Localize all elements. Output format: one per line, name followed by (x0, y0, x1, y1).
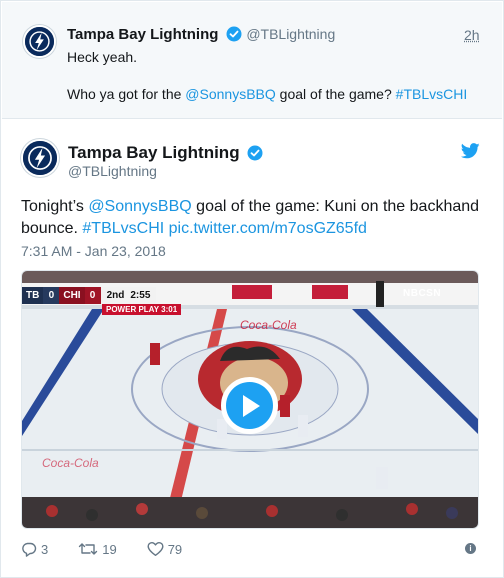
reply-icon (22, 542, 37, 557)
info-icon[interactable]: i (465, 543, 476, 554)
network-logo: NBCSN (403, 288, 442, 299)
reply-button[interactable]: 3 (21, 541, 48, 557)
retweet-button[interactable]: 19 (78, 541, 117, 557)
video-player[interactable]: Coca-Cola Coca-Cola TB 0 CHI 0 2nd 2:55 … (21, 270, 479, 529)
clock: 2:55 (130, 290, 151, 301)
score-tb: 0 (43, 287, 60, 304)
author-handle[interactable]: @TBLightning (68, 163, 157, 179)
tweet-text-line: Who ya got for the @SonnysBBQ goal of th… (67, 86, 467, 102)
lightning-logo-icon (25, 27, 54, 56)
tweet-time[interactable]: 2h (464, 27, 480, 43)
like-count: 79 (167, 541, 183, 557)
play-button-circle (226, 382, 273, 429)
avatar[interactable] (21, 139, 59, 177)
team-tb: TB (22, 287, 44, 304)
score-chi: 0 (84, 287, 101, 304)
hashtag-link[interactable]: #TBLvsCHI (396, 86, 468, 102)
tweet-embed: Tampa Bay Lightning @TBLightning 2h Heck… (0, 0, 504, 578)
text-fragment: Who ya got for the (67, 86, 186, 102)
game-clock: 2nd 2:55 (100, 287, 157, 304)
retweet-icon (79, 543, 98, 555)
text-fragment: goal of the game? (275, 86, 396, 102)
media-link[interactable]: pic.twitter.com/m7osGZ65fd (164, 220, 367, 237)
tweet-text-line: Heck yeah. (67, 49, 138, 65)
hashtag-link[interactable]: #TBLvsCHI (82, 220, 164, 237)
play-icon (243, 395, 260, 417)
parent-author[interactable]: Tampa Bay Lightning @TBLightning (67, 26, 335, 44)
play-button[interactable] (221, 377, 278, 434)
mention-link[interactable]: @SonnysBBQ (88, 198, 191, 215)
author-name-text[interactable]: Tampa Bay Lightning (68, 143, 240, 162)
twitter-bird-icon[interactable] (461, 143, 480, 159)
team-chi: CHI (59, 287, 85, 304)
period: 2nd (106, 290, 125, 301)
parent-tweet[interactable]: Tampa Bay Lightning @TBLightning 2h Heck… (2, 2, 502, 119)
like-button[interactable]: 79 (147, 541, 182, 557)
text-fragment: Tonight’s (21, 198, 89, 215)
author-handle[interactable]: @TBLightning (246, 26, 335, 42)
tweet-text: Tonight’s @SonnysBBQ goal of the game: K… (21, 196, 481, 240)
tweet-timestamp[interactable]: 7:31 AM - Jan 23, 2018 (21, 243, 166, 259)
avatar[interactable] (23, 25, 56, 58)
heart-icon (147, 542, 164, 556)
author-name[interactable]: Tampa Bay Lightning (68, 143, 263, 163)
mention-link[interactable]: @SonnysBBQ (185, 86, 275, 102)
tweet-actions: 3 19 79 (21, 539, 479, 559)
svg-text:Coca-Cola: Coca-Cola (42, 456, 99, 470)
author-name[interactable]: Tampa Bay Lightning (67, 26, 218, 43)
retweet-count: 19 (102, 541, 117, 557)
verified-badge-icon (247, 145, 263, 161)
main-tweet: Tampa Bay Lightning @TBLightning Tonight… (2, 121, 502, 577)
scorebug: TB 0 CHI 0 2nd 2:55 (22, 287, 157, 304)
verified-badge-icon (226, 26, 242, 42)
reply-count: 3 (41, 541, 49, 557)
power-play-banner: POWER PLAY 3:01 (102, 304, 182, 315)
svg-text:Coca-Cola: Coca-Cola (240, 318, 297, 332)
lightning-logo-icon (23, 141, 57, 175)
